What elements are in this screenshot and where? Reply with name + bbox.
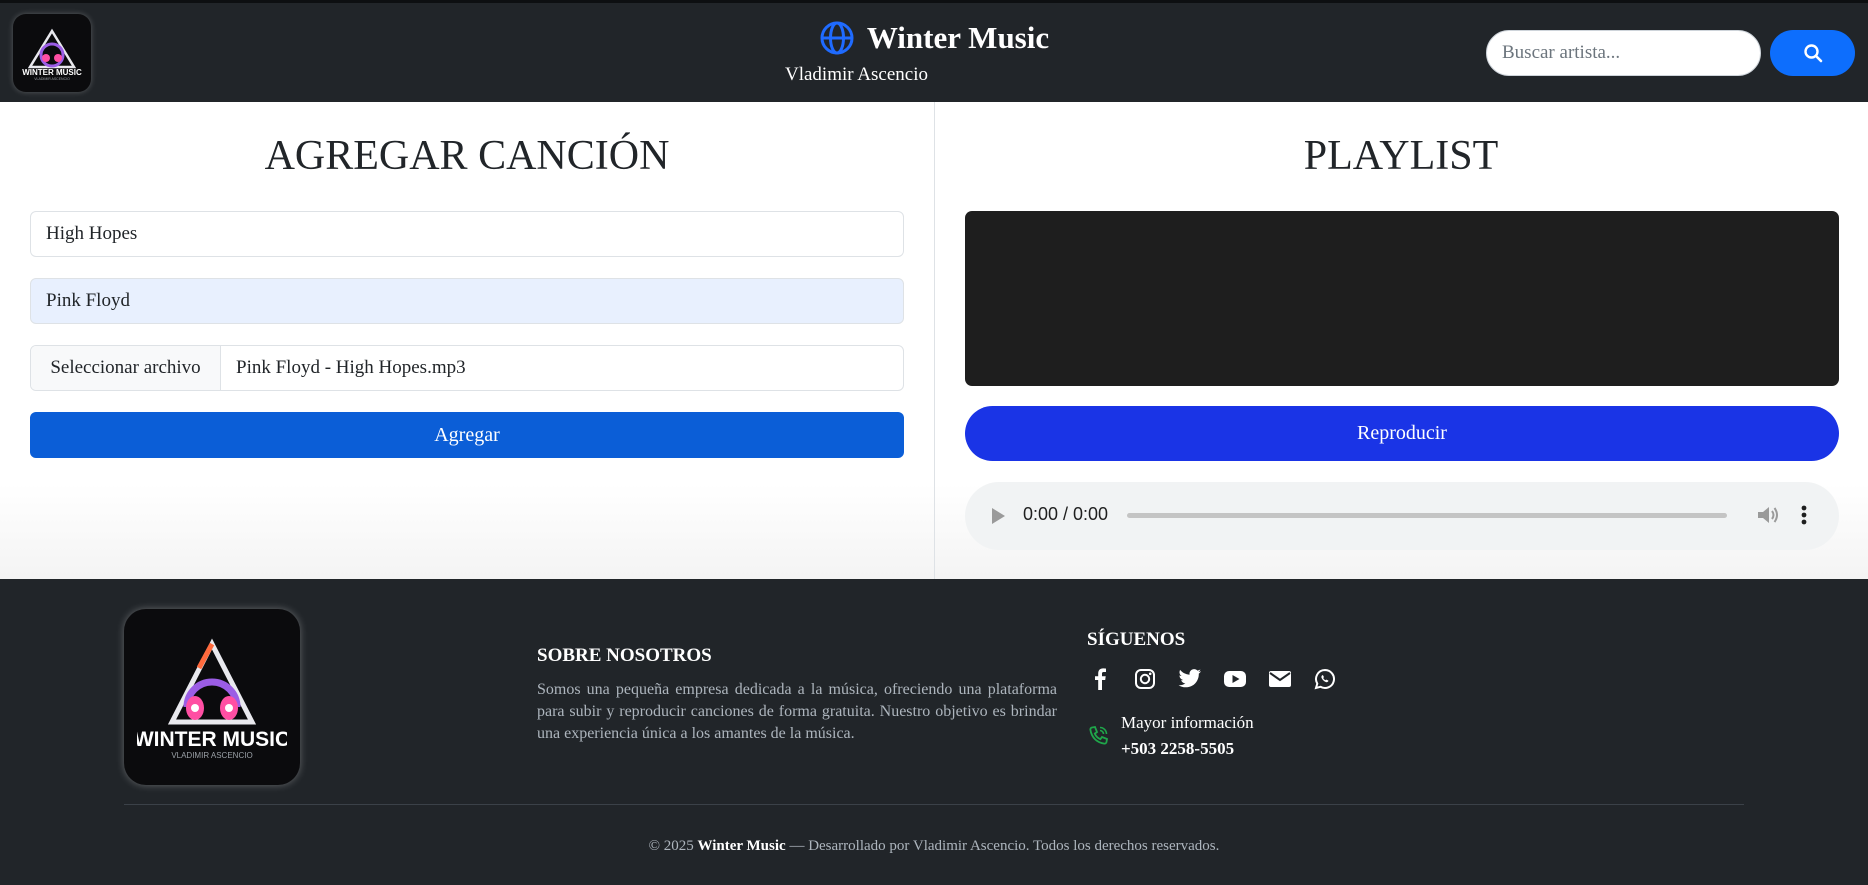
social-links: [1087, 667, 1337, 691]
svg-text:VLADIMIR ASCENCIO: VLADIMIR ASCENCIO: [171, 751, 252, 760]
copyright: © 2025 Winter Music — Desarrollado por V…: [0, 838, 1868, 855]
song-name-input[interactable]: High Hopes: [30, 211, 904, 257]
about-title: SOBRE NOSOTROS: [537, 645, 712, 666]
audio-player: 0:00 / 0:00: [965, 482, 1839, 550]
more-options-icon[interactable]: [1799, 503, 1809, 527]
search-icon: [1803, 44, 1822, 63]
winter-music-logo-icon: WINTER MUSIC VLADIMIR ASCENCIO: [137, 638, 287, 760]
twitter-icon[interactable]: [1177, 667, 1202, 691]
add-song-button[interactable]: Agregar: [30, 412, 904, 458]
add-song-title: AGREGAR CANCIÓN: [264, 133, 670, 179]
audio-play-icon[interactable]: [989, 506, 1007, 526]
globe-icon: [820, 21, 854, 55]
site-title: Winter Music: [866, 20, 1050, 55]
phone-icon: [1089, 725, 1109, 745]
audio-time: 0:00 / 0:00: [1023, 504, 1109, 524]
main-content: AGREGAR CANCIÓN High Hopes Pink Floyd Se…: [0, 102, 1868, 579]
instagram-icon[interactable]: [1132, 667, 1157, 691]
search-input[interactable]: [1486, 30, 1761, 76]
copyright-brand: Winter Music: [697, 838, 786, 854]
about-text: Somos una pequeña empresa dedicada a la …: [537, 681, 1057, 742]
play-button[interactable]: Reproducir: [965, 406, 1839, 461]
playlist-title: PLAYLIST: [1303, 133, 1499, 179]
copyright-prefix: © 2025: [648, 838, 694, 854]
select-file-button[interactable]: Seleccionar archivo: [31, 346, 221, 390]
footer-logo: WINTER MUSIC VLADIMIR ASCENCIO: [124, 609, 300, 785]
facebook-icon[interactable]: [1087, 667, 1112, 691]
youtube-icon[interactable]: [1222, 667, 1247, 691]
copyright-suffix: — Desarrollado por Vladimir Ascencio. To…: [789, 838, 1220, 854]
svg-text:WINTER MUSIC: WINTER MUSIC: [137, 728, 287, 751]
playlist-display: [965, 211, 1839, 386]
selected-file-name: Pink Floyd - High Hopes.mp3: [236, 357, 466, 378]
contact-label: Mayor información: [1121, 713, 1254, 732]
search-button[interactable]: [1770, 30, 1855, 76]
whatsapp-icon[interactable]: [1312, 667, 1337, 691]
contact-phone[interactable]: +503 2258-5505: [1121, 739, 1234, 759]
artist-input[interactable]: Pink Floyd: [30, 278, 904, 324]
footer: WINTER MUSIC VLADIMIR ASCENCIO SOBRE NOS…: [0, 579, 1868, 885]
footer-divider: [124, 804, 1744, 805]
audio-progress-bar[interactable]: [1127, 513, 1727, 518]
file-input[interactable]: Seleccionar archivo Pink Floyd - High Ho…: [30, 345, 904, 391]
follow-title: SÍGUENOS: [1087, 629, 1186, 650]
volume-icon[interactable]: [1755, 503, 1781, 527]
mail-icon[interactable]: [1267, 667, 1292, 691]
site-subtitle: Vladimir Ascencio: [785, 64, 928, 85]
top-navbar: WINTER MUSIC VLADIMIR ASCENCIO Winter Mu…: [0, 0, 1868, 102]
